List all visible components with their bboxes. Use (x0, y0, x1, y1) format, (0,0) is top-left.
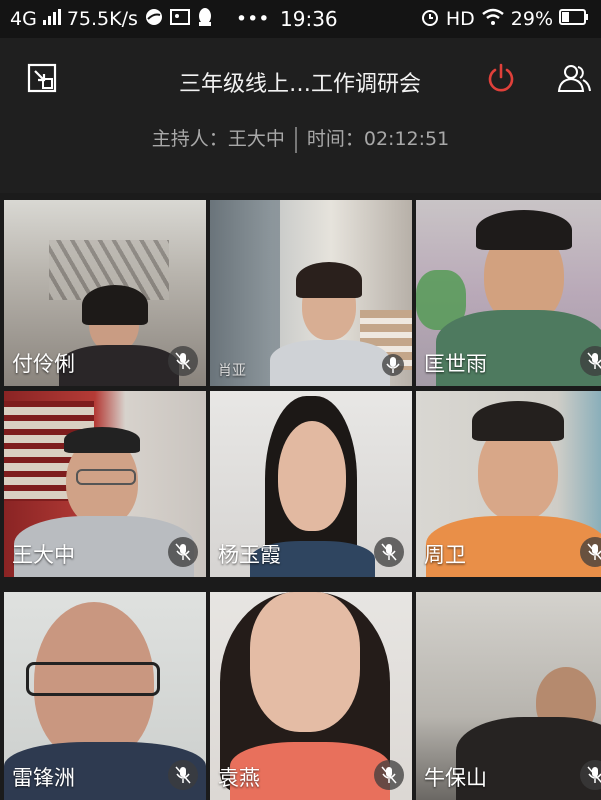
participant-name: 王大中 (12, 543, 75, 567)
video-tile[interactable]: 牛保山 (416, 592, 601, 800)
participant-body (59, 345, 179, 386)
mic-muted-icon (374, 537, 404, 567)
hd-indicator: HD (445, 8, 475, 30)
mic-muted-icon (382, 354, 404, 376)
host-label: 主持人 (151, 128, 209, 150)
participant-hair (64, 427, 140, 453)
participant-name: 杨玉霞 (218, 543, 281, 567)
meeting-header: 三年级线上…工作调研会 主持人：王大中 时间：02:12:51 (0, 38, 601, 193)
network-type: 4G (10, 8, 37, 30)
video-tile[interactable]: 付伶俐 (4, 200, 206, 386)
participant-face (250, 592, 360, 732)
app-notification-icon (144, 7, 164, 32)
clock: 19:36 (280, 7, 338, 31)
video-tile[interactable]: 周卫 (416, 391, 601, 577)
meeting-title: 三年级线上…工作调研会 (178, 72, 421, 97)
participant-name: 袁燕 (218, 766, 260, 790)
video-tile[interactable]: 袁燕 (210, 592, 412, 800)
participant-name: 牛保山 (424, 766, 487, 790)
participant-face (278, 421, 346, 531)
mic-muted-icon (168, 760, 198, 790)
status-bar: 4G 75.5K/s ••• 19:36 HD 29% (0, 0, 601, 38)
wifi-icon (481, 8, 505, 31)
video-tile[interactable]: 匡世雨 (416, 200, 601, 386)
signal-icon (42, 8, 61, 30)
video-tile[interactable]: 雷锋洲 (4, 592, 206, 800)
participant-glasses (26, 662, 160, 696)
meeting-info: 主持人：王大中 时间：02:12:51 (0, 124, 601, 153)
video-tile[interactable]: 王大中 (4, 391, 206, 577)
end-meeting-button[interactable] (481, 60, 521, 100)
qq-notification-icon (196, 7, 214, 32)
image-notification-icon (169, 8, 190, 31)
participant-hair (296, 262, 362, 298)
mic-muted-icon (168, 537, 198, 567)
video-grid: 付伶俐 肖亚 匡世雨 王大中 杨玉霞 周卫 雷锋洲 袁燕 牛保山 (0, 195, 601, 800)
participant-hair (82, 285, 148, 325)
minimize-window-icon (27, 63, 57, 97)
participant-hair (476, 210, 572, 250)
video-tile[interactable]: 肖亚 (210, 200, 412, 386)
host-name: 王大中 (227, 128, 285, 150)
participant-name: 周卫 (424, 543, 466, 567)
participant-name: 匡世雨 (424, 352, 487, 376)
mic-muted-icon (168, 346, 198, 376)
mic-muted-icon (374, 760, 404, 790)
battery-percent: 29% (510, 8, 553, 30)
participant-name: 肖亚 (218, 363, 246, 379)
participant-body (270, 340, 390, 386)
video-tile[interactable]: 杨玉霞 (210, 391, 412, 577)
more-notifications-icon: ••• (235, 8, 270, 30)
participants-icon (556, 63, 592, 97)
participant-name: 雷锋洲 (12, 766, 75, 790)
minimize-window-button[interactable] (22, 60, 62, 100)
alarm-icon (420, 7, 440, 32)
power-icon (485, 62, 517, 98)
time-label: 时间 (306, 128, 345, 150)
participant-name: 付伶俐 (12, 352, 75, 376)
battery-icon (559, 8, 589, 30)
network-speed: 75.5K/s (66, 8, 138, 30)
elapsed-time: 02:12:51 (363, 128, 450, 150)
participant-hair (472, 401, 564, 441)
participant-glasses (76, 469, 136, 485)
info-divider (294, 126, 297, 153)
participants-button[interactable] (554, 60, 594, 100)
